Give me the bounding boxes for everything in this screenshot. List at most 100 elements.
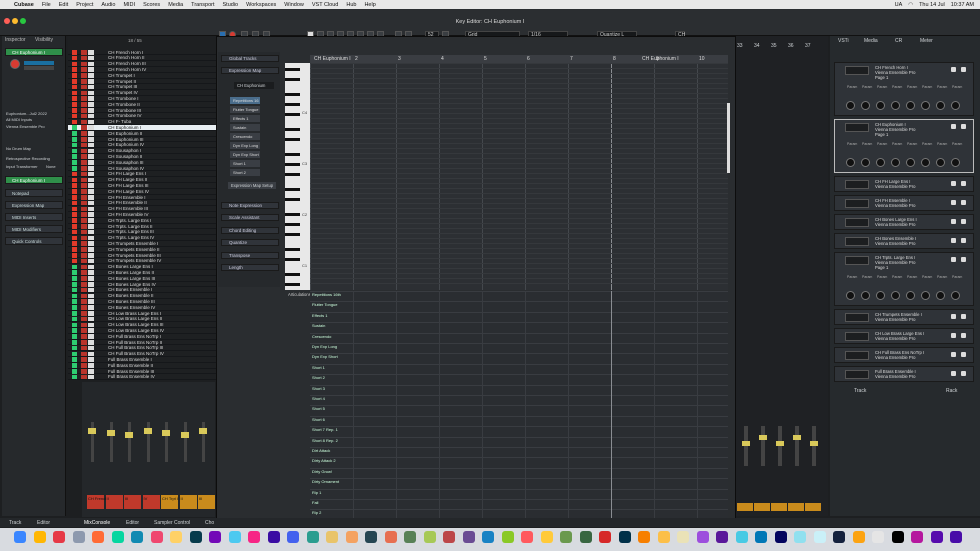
black-key[interactable]: [285, 113, 300, 116]
record-enable-button[interactable]: [81, 241, 87, 246]
black-key[interactable]: [285, 223, 300, 226]
black-key[interactable]: [285, 198, 300, 201]
monitor-button[interactable]: [88, 369, 94, 374]
monitor-button[interactable]: [88, 108, 94, 113]
monitor-button[interactable]: [88, 374, 94, 380]
record-enable-button[interactable]: [81, 322, 87, 328]
dock-app-icon[interactable]: [716, 531, 728, 543]
edit-button[interactable]: [961, 314, 966, 319]
section-scale-assistant[interactable]: Scale Assistant: [221, 214, 279, 221]
black-key[interactable]: [285, 138, 300, 141]
param-knob[interactable]: [861, 158, 870, 167]
dock-app-icon[interactable]: [326, 531, 338, 543]
channel-fader-track[interactable]: [109, 422, 113, 462]
dock-app-icon[interactable]: [657, 531, 670, 543]
dock-app-icon[interactable]: [111, 531, 124, 543]
fader[interactable]: [812, 426, 816, 466]
menu-midi[interactable]: MIDI: [123, 2, 135, 8]
record-enable-button[interactable]: [81, 84, 87, 90]
dock-app-icon[interactable]: [540, 531, 553, 543]
dock-app-icon[interactable]: [930, 531, 943, 543]
section-length[interactable]: Length: [221, 264, 279, 271]
monitor-button[interactable]: [88, 90, 94, 96]
piano-keyboard[interactable]: C4 C3 C2 C1: [285, 63, 310, 290]
dock-app-icon[interactable]: [53, 531, 65, 543]
dock-app-icon[interactable]: [345, 531, 358, 543]
monitor-button[interactable]: [88, 264, 94, 270]
dock-app-icon[interactable]: [599, 531, 611, 543]
drum-map-select[interactable]: No Drum Map: [6, 146, 31, 151]
record-enable-button[interactable]: [81, 131, 87, 136]
monitor-button[interactable]: [88, 102, 94, 107]
dock-app-icon[interactable]: [482, 531, 494, 543]
monitor-button[interactable]: [88, 351, 94, 357]
section-quick-controls[interactable]: Quick Controls: [5, 237, 63, 245]
monitor-button[interactable]: [88, 61, 94, 67]
track-row[interactable]: CH Trombone II: [68, 102, 216, 108]
dock-app-icon[interactable]: [735, 531, 748, 543]
inspector-track-name[interactable]: CH Euphonium I: [5, 48, 63, 56]
record-enable-button[interactable]: [81, 258, 87, 264]
monitor-button[interactable]: [88, 84, 94, 90]
power-button[interactable]: [951, 67, 956, 72]
vsti-slot[interactable]: CH French Horn I Vienna Ensemble Pro Page …: [834, 62, 974, 116]
record-enable-button[interactable]: [81, 224, 87, 229]
expression-map-select[interactable]: CH Euphonium: [234, 82, 274, 89]
record-enable-button[interactable]: [81, 154, 87, 159]
monitor-button[interactable]: [88, 357, 94, 362]
vsti-slot[interactable]: CH Bones Large Ens I Vienna Ensemble Pro: [834, 214, 974, 230]
tab-inspector[interactable]: Inspector: [5, 37, 26, 43]
preset-label[interactable]: Euphonium...Jul2 2022: [6, 111, 64, 116]
dock-app-icon[interactable]: [891, 531, 904, 543]
monitor-button[interactable]: [88, 177, 94, 183]
monitor-button[interactable]: [88, 316, 94, 322]
dock-app-icon[interactable]: [677, 531, 689, 543]
monitor-button[interactable]: [88, 218, 94, 223]
fader-cap[interactable]: [793, 435, 801, 440]
dock-app-icon[interactable]: [521, 531, 533, 543]
monitor-button[interactable]: [88, 148, 94, 154]
menu-file[interactable]: File: [42, 2, 51, 8]
dock-app-icon[interactable]: [579, 531, 592, 543]
vsti-slot[interactable]: CH Trumpets Ensemble I Vienna Ensemble Pr…: [834, 309, 974, 325]
channel-fader-track[interactable]: [165, 422, 168, 462]
editor-ruler[interactable]: CH Euphonium I 2 3 4 5 6 7 8 9 10 CH Euphonium I: [310, 55, 728, 63]
monitor-button[interactable]: [88, 142, 94, 148]
track-row[interactable]: CH Trombone III: [68, 108, 216, 114]
power-button[interactable]: [951, 257, 956, 262]
monitor-button[interactable]: [88, 113, 94, 119]
expression-slot[interactable]: Dyn Exp Long: [230, 142, 260, 149]
monitor-button[interactable]: [88, 334, 94, 339]
record-enable-button[interactable]: [81, 79, 87, 84]
power-button[interactable]: [951, 371, 956, 376]
black-key[interactable]: [285, 163, 300, 166]
menu-hub[interactable]: Hub: [346, 2, 356, 8]
param-knob[interactable]: [906, 291, 915, 300]
monitor-button[interactable]: [88, 363, 94, 368]
param-knob[interactable]: [846, 158, 855, 167]
dock-app-icon[interactable]: [306, 531, 319, 543]
expression-slot[interactable]: Repetitions 16: [230, 97, 260, 104]
record-enable-button[interactable]: [81, 351, 87, 357]
channel-fader-cap[interactable]: [143, 428, 152, 434]
record-enable-button[interactable]: [81, 200, 87, 206]
param-knob[interactable]: [921, 158, 930, 167]
monitor-button[interactable]: [88, 311, 94, 316]
dock-app-icon[interactable]: [14, 531, 26, 543]
vsti-slot[interactable]: Full Brass Ensemble I Vienna Ensemble Pro: [834, 366, 974, 382]
edit-button[interactable]: [961, 124, 966, 129]
param-knob[interactable]: [861, 101, 870, 110]
record-enable-button[interactable]: [81, 61, 87, 67]
record-enable-button[interactable]: [81, 247, 87, 252]
record-enable-button[interactable]: [81, 113, 87, 119]
section-transpose[interactable]: Transpose: [221, 252, 279, 259]
editor-vscrollbar[interactable]: [727, 103, 730, 173]
menu-transport[interactable]: Transport: [191, 2, 214, 8]
monitor-button[interactable]: [88, 55, 94, 61]
dock-app-icon[interactable]: [150, 531, 163, 543]
monitor-button[interactable]: [88, 67, 94, 72]
record-enable-button[interactable]: [81, 218, 87, 223]
section-expression-map-key[interactable]: Expression Map: [221, 67, 279, 74]
record-enable-button[interactable]: [81, 73, 87, 78]
section-global-tracks[interactable]: Global Tracks: [221, 55, 279, 62]
